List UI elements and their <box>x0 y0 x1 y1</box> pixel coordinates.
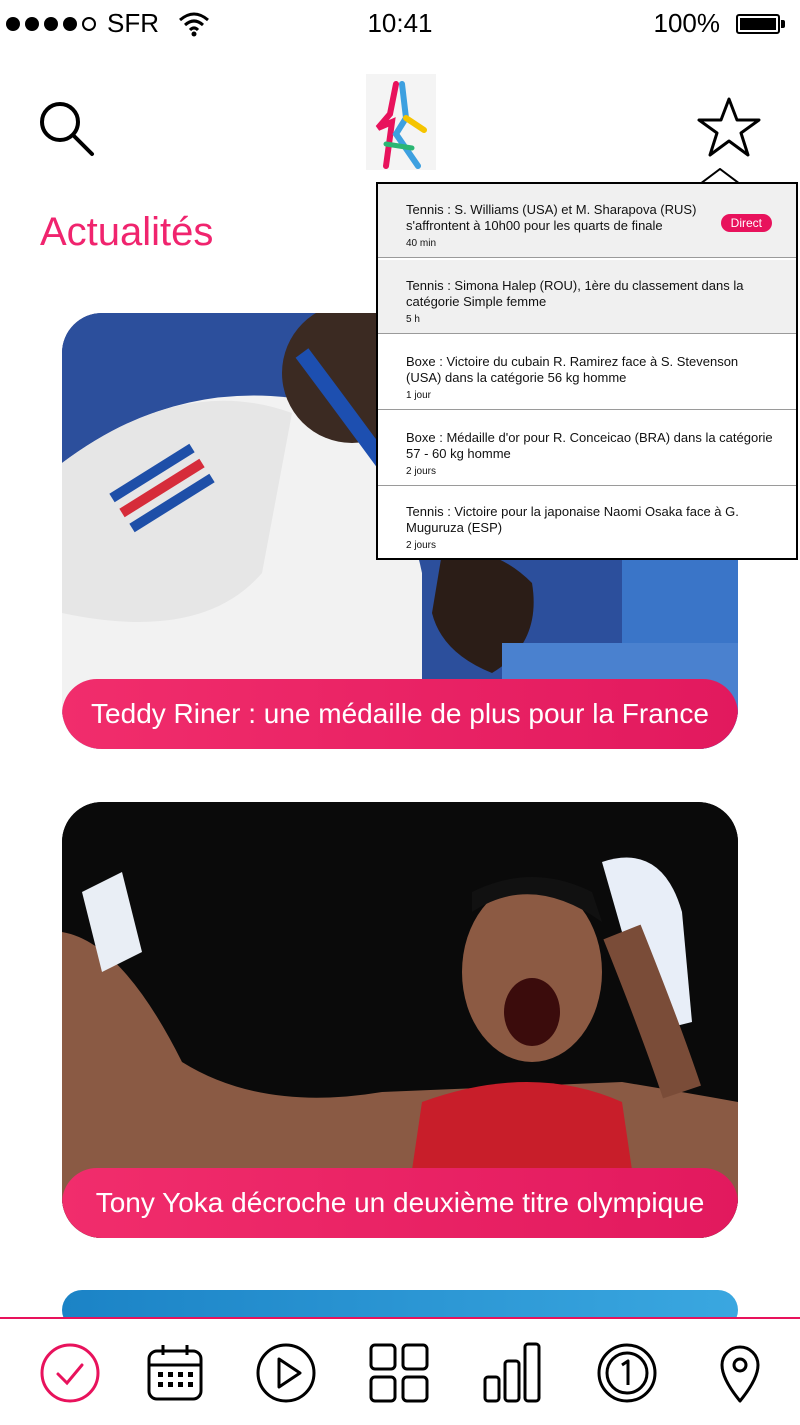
news-card-boxing[interactable]: Tony Yoka décroche un deuxième titre oly… <box>62 802 738 1238</box>
notification-item[interactable]: Tennis : Simona Halep (ROU), 1ère du cla… <box>378 260 796 334</box>
play-icon[interactable] <box>254 1341 318 1405</box>
notifications-dropdown: Tennis : S. Williams (USA) et M. Sharapo… <box>376 182 798 560</box>
check-icon[interactable] <box>38 1341 102 1405</box>
battery-percent: 100% <box>653 8 721 38</box>
notification-time: 2 jours <box>406 466 437 477</box>
notification-time: 1 jour <box>406 390 432 401</box>
live-badge: Direct <box>720 214 772 232</box>
notification-item[interactable]: Boxe : Victoire du cubain R. Ramirez fac… <box>378 336 796 410</box>
battery-icon <box>736 13 785 34</box>
notification-time: 40 min <box>406 238 437 249</box>
notification-text: Boxe : Médaille d'or pour R. Conceicao (… <box>406 430 773 461</box>
page-title: Actualités <box>40 210 214 254</box>
grid-icon[interactable] <box>367 1341 431 1405</box>
battery-status: 100% <box>653 8 785 39</box>
paris-logo-icon <box>366 74 436 170</box>
notification-item[interactable]: Tennis : S. Williams (USA) et M. Sharapo… <box>378 184 796 258</box>
notification-text: Boxe : Victoire du cubain R. Ramirez fac… <box>406 354 739 385</box>
app-header <box>0 70 800 180</box>
calendar-icon[interactable] <box>143 1341 207 1405</box>
search-icon[interactable] <box>36 98 96 158</box>
notification-time: 2 jours <box>406 540 437 551</box>
star-icon[interactable] <box>696 96 762 158</box>
notification-text: Tennis : Victoire pour la japonaise Naom… <box>406 504 739 535</box>
notification-item[interactable]: Tennis : Victoire pour la japonaise Naom… <box>378 486 796 560</box>
news-card-caption: Teddy Riner : une médaille de plus pour … <box>62 679 738 749</box>
notification-text: Tennis : S. Williams (USA) et M. Sharapo… <box>406 202 697 233</box>
bar-chart-icon[interactable] <box>480 1341 544 1405</box>
number-one-icon[interactable] <box>595 1341 659 1405</box>
status-bar: SFR 10:41 100% <box>0 0 800 46</box>
notification-item[interactable]: Boxe : Médaille d'or pour R. Conceicao (… <box>378 412 796 486</box>
news-card-caption: Tony Yoka décroche un deuxième titre oly… <box>62 1168 738 1238</box>
bottom-tab-bar <box>0 1317 800 1425</box>
notification-text: Tennis : Simona Halep (ROU), 1ère du cla… <box>406 278 744 309</box>
notification-time: 5 h <box>406 314 420 325</box>
location-pin-icon[interactable] <box>708 1341 772 1405</box>
